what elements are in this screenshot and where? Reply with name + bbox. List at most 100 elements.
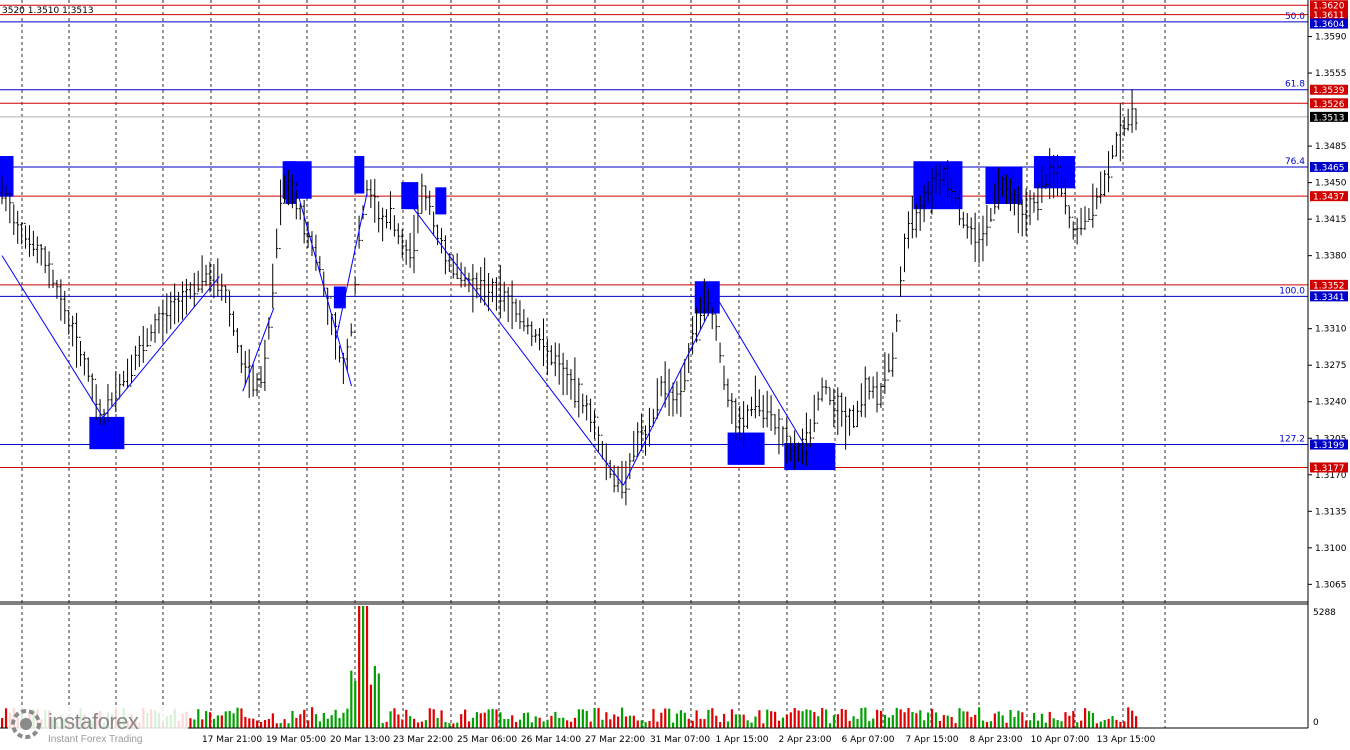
- volume-bar: [801, 711, 804, 728]
- x-tick-label: 6 Apr 07:00: [842, 735, 895, 745]
- volume-bar: [424, 720, 427, 728]
- volume-bar: [259, 722, 263, 728]
- volume-bar: [405, 709, 408, 728]
- volume-bar: [538, 717, 541, 728]
- price-chart: 50.0 61.8 76.4 100.0 127.2 1.3590 1.3555 1.348…: [0, 0, 1348, 745]
- volume-bar: [495, 709, 498, 728]
- volume-bar: [825, 709, 828, 728]
- chart-grid: [21, 0, 1166, 728]
- volume-bar: [620, 707, 624, 728]
- volume-bar: [248, 718, 251, 728]
- volume-bar: [377, 673, 380, 728]
- price-tag-label: 1.3177: [1313, 464, 1345, 474]
- x-tick-label: 26 Mar 14:00: [521, 735, 581, 745]
- volume-bar: [483, 712, 486, 728]
- volume-bar: [707, 709, 710, 728]
- fib-level-label: 100.0: [1279, 286, 1305, 296]
- volume-bar: [409, 716, 412, 728]
- x-tick-label: 25 Mar 06:00: [457, 735, 517, 745]
- signal-box: [727, 432, 765, 465]
- volume-bar: [330, 715, 333, 728]
- volume-bar: [385, 721, 388, 728]
- volume-bar: [1036, 720, 1040, 728]
- volume-bar: [487, 709, 490, 728]
- volume-bar: [236, 707, 239, 728]
- volume-bar: [318, 721, 322, 728]
- volume-bar: [460, 714, 463, 728]
- x-tick-label: 31 Mar 07:00: [650, 735, 710, 745]
- volume-bar: [220, 715, 223, 728]
- volume-bar: [252, 718, 255, 728]
- volume-bar: [1087, 711, 1091, 728]
- volume-bar: [467, 721, 471, 728]
- volume-bar: [1115, 719, 1118, 728]
- volume-bar: [1021, 712, 1024, 728]
- volume-bar: [303, 709, 306, 728]
- volume-bar: [781, 717, 785, 728]
- volume-bar: [452, 723, 455, 728]
- volume-bar: [636, 720, 639, 728]
- volume-bar: [624, 716, 628, 728]
- volume-bar: [228, 710, 231, 728]
- volume-bar: [840, 708, 843, 728]
- volume-bar: [201, 719, 204, 728]
- volume-bar: [291, 710, 294, 728]
- volume-bar: [350, 670, 353, 728]
- volume-bar: [703, 719, 706, 728]
- y-tick-label: 1.3590: [1315, 33, 1347, 43]
- volume-bar: [1107, 718, 1110, 728]
- volume-bar: [876, 709, 879, 728]
- x-tick-label: 19 Mar 05:00: [266, 735, 326, 745]
- volume-bar: [440, 710, 443, 728]
- volume-bar: [954, 723, 957, 728]
- volume-bar: [279, 722, 282, 728]
- price-bars: [0, 89, 1138, 506]
- volume-bar: [605, 712, 608, 728]
- volume-bar: [381, 722, 384, 728]
- volume-bar: [726, 721, 730, 728]
- volume-bar: [585, 711, 588, 728]
- volume-bar: [632, 715, 635, 728]
- volume-bar: [573, 717, 577, 728]
- chart-axes: 1.3590 1.3555 1.3485 1.3450 1.3415 1.3380 1.33…: [0, 0, 1347, 745]
- volume-bar: [734, 714, 737, 728]
- volume-bar: [848, 720, 851, 728]
- volume-bar: [711, 708, 714, 728]
- trend-line: [335, 192, 368, 340]
- volume-bar: [589, 721, 592, 728]
- volume-bar: [1123, 721, 1126, 728]
- y-tick-label: 1.3310: [1315, 325, 1347, 335]
- volume-tick-zero: 0: [1313, 718, 1319, 728]
- volume-bar: [656, 721, 659, 728]
- volume-bar: [346, 708, 349, 728]
- price-tag-label: 1.3539: [1313, 86, 1345, 96]
- volume-bar: [271, 713, 274, 728]
- volume-bar: [491, 708, 494, 728]
- volume-bar: [609, 719, 612, 728]
- volume-bar: [1095, 723, 1098, 728]
- volume-bar: [1017, 710, 1020, 728]
- volume-bar: [872, 718, 875, 728]
- volume-bar: [1111, 716, 1114, 728]
- volume-bar: [722, 713, 726, 728]
- volume-bar: [750, 722, 753, 728]
- volume-bar: [640, 720, 643, 728]
- trend-line: [1, 255, 104, 418]
- volume-bar: [338, 718, 341, 728]
- y-tick-label: 1.3240: [1315, 398, 1347, 408]
- volume-bar: [1083, 708, 1087, 728]
- volume-bar: [1013, 717, 1016, 728]
- volume-bar: [644, 722, 647, 728]
- volume-bar: [628, 715, 632, 728]
- y-tick-label: 1.3555: [1315, 69, 1347, 79]
- volume-bar: [797, 710, 800, 728]
- volume-bar: [361, 606, 365, 728]
- volume-bar: [813, 712, 816, 728]
- volume-bar: [719, 722, 722, 728]
- volume-bar: [432, 709, 435, 728]
- volume-bar: [436, 717, 439, 728]
- volume-bar: [562, 717, 565, 728]
- volume-bar: [428, 708, 431, 728]
- x-tick-label: 27 Mar 22:00: [585, 735, 645, 745]
- volume-bar: [522, 713, 526, 728]
